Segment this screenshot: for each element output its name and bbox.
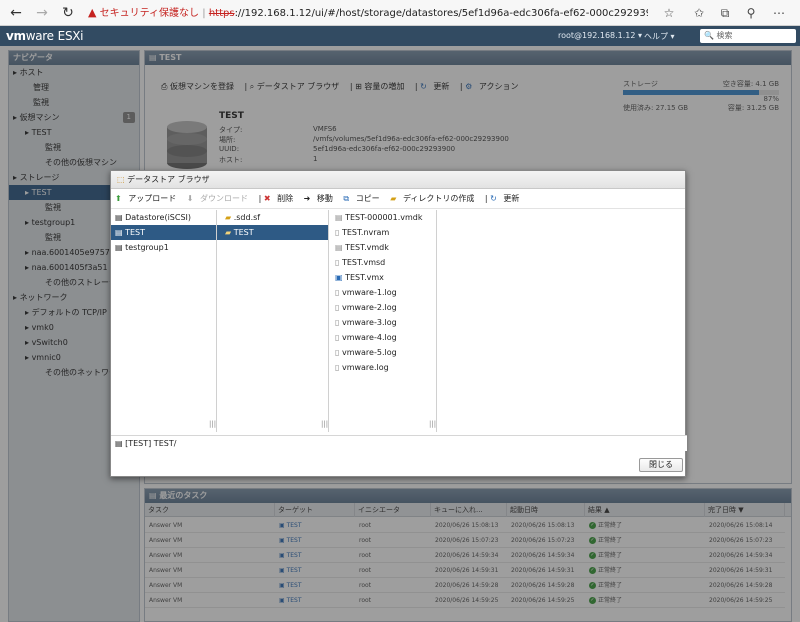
file-icon: ▯ — [335, 318, 342, 327]
file-icon: ▯ — [335, 363, 342, 372]
browser-icon: ⬚ — [117, 175, 125, 184]
back-icon[interactable]: ← — [6, 4, 26, 22]
delete-icon: ✖ — [263, 194, 271, 203]
preview-column — [437, 210, 687, 432]
datastore-label: testgroup1 — [125, 243, 169, 252]
favorite-icon[interactable]: ☆ — [660, 4, 678, 22]
current-path: ▤ [TEST] TEST/ — [111, 435, 687, 451]
file-icon: ▯ — [335, 288, 342, 297]
disk-icon: ▤ — [335, 213, 346, 222]
file-label: vmware-2.log — [341, 303, 397, 312]
file-label: vmware-1.log — [341, 288, 397, 297]
datastore-item[interactable]: ▤ TEST — [111, 225, 216, 240]
file-label: TEST.nvram — [341, 228, 390, 237]
datastore-browser-dialog: ⬚ データストア ブラウザ ⬆ アップロード ⬇ ダウンロード | ✖ 削除 ➜… — [110, 170, 687, 477]
dialog-toolbar: ⬆ アップロード ⬇ ダウンロード | ✖ 削除 ➜ 移動 ⧉ コピー ▰ ディ… — [111, 189, 685, 209]
download-button[interactable]: ⬇ ダウンロード — [187, 194, 252, 203]
folder-label: TEST — [233, 228, 254, 237]
datastore-label: TEST — [125, 228, 146, 237]
file-icon: ▯ — [335, 303, 342, 312]
file-icon: ▯ — [335, 333, 342, 342]
file-icon: ▯ — [335, 228, 342, 237]
copy-icon: ⧉ — [343, 194, 350, 203]
search-input[interactable]: 🔍 検索 — [700, 29, 796, 43]
file-item[interactable]: ▯ vmware-5.log — [329, 345, 436, 360]
create-directory-button[interactable]: ▰ ディレクトリの作成 — [390, 194, 478, 203]
datastore-label: Datastore(iSCSI) — [125, 213, 192, 222]
datastore-item[interactable]: ▤ Datastore(iSCSI) — [111, 210, 216, 225]
file-item[interactable]: ▯ TEST.nvram — [329, 225, 436, 240]
collections-icon[interactable]: ⧉ — [716, 4, 734, 22]
file-icon: ▯ — [335, 258, 342, 267]
file-item[interactable]: ▯ TEST.vmsd — [329, 255, 436, 270]
folder-item[interactable]: ▰ .sdd.sf — [217, 210, 328, 225]
move-icon: ➜ — [303, 194, 311, 203]
datastore-icon: ▤ — [115, 213, 126, 222]
file-item[interactable]: ▯ vmware-3.log — [329, 315, 436, 330]
file-list: ▤ TEST-000001.vmdk ▯ TEST.nvram ▤ TEST.vmd… — [329, 210, 437, 432]
forward-icon[interactable]: → — [32, 4, 52, 22]
file-item[interactable]: ▯ vmware-1.log — [329, 285, 436, 300]
file-item[interactable]: ▤ TEST-000001.vmdk — [329, 210, 436, 225]
delete-button[interactable]: ✖ 削除 — [264, 194, 297, 203]
favorites-bar-icon[interactable]: ✩ — [690, 4, 708, 22]
file-label: vmware-3.log — [341, 318, 397, 327]
folder-item[interactable]: ▰ TEST — [217, 225, 328, 240]
folder-icon: ▰ — [390, 194, 397, 203]
url-path: ://192.168.1.12/ui/#/host/storage/datast… — [234, 8, 648, 19]
file-item[interactable]: ▯ vmware.log — [329, 360, 436, 375]
folder-icon: ▰ — [225, 228, 234, 237]
upload-icon: ⬆ — [115, 194, 122, 203]
disk-icon: ▤ — [335, 243, 346, 252]
dialog-title-bar: ⬚ データストア ブラウザ — [111, 171, 685, 189]
move-button[interactable]: ➜ 移動 — [304, 194, 337, 203]
datastore-list: ▤ Datastore(iSCSI) ▤ TEST ▤ testgroup1 ||| — [111, 210, 217, 432]
file-item[interactable]: ▯ vmware-4.log — [329, 330, 436, 345]
address-bar[interactable]: ▲ セキュリティ保護なし | https://192.168.1.12/ui/#… — [88, 3, 648, 23]
app-header: vmware ESXi root@192.168.1.12 ▾ ヘルプ ▾ 🔍 … — [0, 26, 800, 46]
datastore-icon: ▤ — [115, 243, 126, 252]
file-label: vmware-4.log — [341, 333, 397, 342]
help-menu[interactable]: ヘルプ ▾ — [644, 31, 675, 42]
file-label: TEST.vmdk — [345, 243, 389, 252]
more-icon[interactable]: ⋯ — [770, 4, 788, 22]
browser-toolbar: ← → ↻ ▲ セキュリティ保護なし | https://192.168.1.1… — [0, 0, 800, 26]
extension-icon[interactable]: ⚲ — [742, 4, 760, 22]
datastore-item[interactable]: ▤ testgroup1 — [111, 240, 216, 255]
close-button[interactable]: 閉じる — [639, 458, 683, 472]
file-item[interactable]: ▣ TEST.vmx — [329, 270, 436, 285]
file-label: TEST.vmsd — [341, 258, 386, 267]
warning-icon: ▲ — [88, 6, 97, 19]
datastore-icon: ▤ — [115, 228, 126, 237]
folder-icon: ▰ — [225, 213, 234, 222]
vmware-logo: vmware ESXi — [6, 29, 84, 43]
folder-label: .sdd.sf — [233, 213, 261, 222]
refresh-icon: ↻ — [490, 194, 497, 203]
file-item[interactable]: ▤ TEST.vmdk — [329, 240, 436, 255]
file-icon: ▯ — [335, 348, 342, 357]
file-label: vmware.log — [341, 363, 389, 372]
refresh-button[interactable]: ↻ 更新 — [490, 194, 523, 203]
reload-icon[interactable]: ↻ — [58, 4, 78, 22]
file-label: vmware-5.log — [341, 348, 397, 357]
vm-icon: ▣ — [335, 273, 346, 282]
folder-list: ▰ .sdd.sf ▰ TEST ||| — [217, 210, 329, 432]
file-label: TEST-000001.vmdk — [345, 213, 423, 222]
upload-button[interactable]: ⬆ アップロード — [115, 194, 180, 203]
file-item[interactable]: ▯ vmware-2.log — [329, 300, 436, 315]
file-label: TEST.vmx — [345, 273, 384, 282]
download-icon: ⬇ — [186, 194, 194, 203]
copy-button[interactable]: ⧉ コピー — [343, 194, 383, 203]
url-scheme: https — [208, 8, 235, 19]
security-warning: セキュリティ保護なし — [99, 8, 200, 19]
user-menu[interactable]: root@192.168.1.12 ▾ — [558, 31, 642, 40]
dialog-title: データストア ブラウザ — [127, 175, 210, 184]
